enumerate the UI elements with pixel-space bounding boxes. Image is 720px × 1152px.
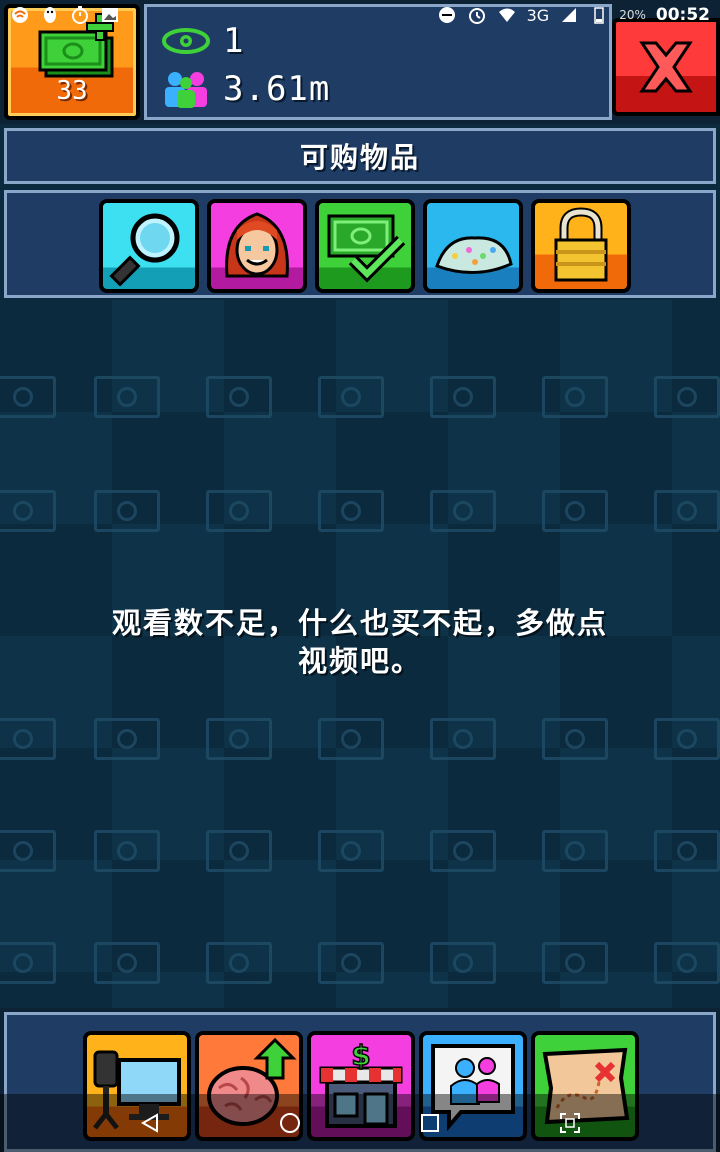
battery-percent: 20% bbox=[619, 8, 646, 22]
status-bar: 3G 20% 00:52 bbox=[0, 0, 720, 30]
subscribers-row: 3.61m bbox=[161, 69, 330, 109]
timer-icon bbox=[70, 6, 90, 24]
bg-bill-decoration bbox=[206, 376, 272, 418]
close-button[interactable] bbox=[612, 18, 720, 116]
padlock-icon bbox=[554, 207, 608, 282]
image-icon bbox=[100, 6, 120, 24]
bg-bill-decoration bbox=[318, 490, 384, 532]
subscribers-icon bbox=[165, 72, 207, 108]
bg-bill-decoration bbox=[318, 376, 384, 418]
tab-person[interactable] bbox=[207, 199, 307, 293]
clock: 00:52 bbox=[655, 5, 710, 25]
bg-bill-decoration bbox=[94, 942, 160, 984]
qq-penguin-icon bbox=[40, 6, 60, 24]
screenshot-button[interactable] bbox=[550, 1103, 590, 1143]
sparkly-pile-icon bbox=[435, 236, 513, 275]
bg-bill-decoration bbox=[542, 830, 608, 872]
bg-bill-decoration bbox=[654, 830, 720, 872]
status-left-icons bbox=[10, 6, 120, 24]
bg-bill-decoration bbox=[94, 830, 160, 872]
bg-bill-decoration bbox=[0, 830, 56, 872]
tab-search[interactable] bbox=[99, 199, 199, 293]
money-count: 33 bbox=[56, 76, 88, 106]
alarm-icon bbox=[467, 6, 487, 24]
empty-message-line-1: 观看数不足，什么也买不起，多做点 bbox=[111, 606, 608, 640]
home-button[interactable] bbox=[270, 1103, 310, 1143]
recents-icon bbox=[421, 1114, 439, 1132]
eye-icon bbox=[162, 28, 210, 54]
signal-icon bbox=[559, 6, 579, 24]
battery-icon bbox=[589, 6, 609, 24]
bg-bill-decoration bbox=[542, 718, 608, 760]
bg-bill-decoration bbox=[654, 942, 720, 984]
empty-message-line-2: 视频吧。 bbox=[297, 644, 422, 678]
bg-bill-decoration bbox=[206, 490, 272, 532]
back-icon bbox=[140, 1113, 158, 1133]
bg-bill-decoration bbox=[430, 490, 496, 532]
bg-bill-decoration bbox=[542, 490, 608, 532]
home-icon bbox=[280, 1113, 300, 1133]
store-title-bar: 可购物品 bbox=[4, 128, 716, 184]
svg-text:$: $ bbox=[351, 1039, 370, 1072]
bg-bill-decoration bbox=[94, 376, 160, 418]
close-icon bbox=[639, 41, 693, 93]
wifi-icon bbox=[497, 6, 517, 24]
magnifier-icon bbox=[109, 213, 180, 286]
store-item-list[interactable]: 观看数不足，什么也买不起，多做点 视频吧。 bbox=[0, 300, 720, 1008]
bg-bill-decoration bbox=[94, 490, 160, 532]
bg-bill-decoration bbox=[430, 942, 496, 984]
back-button[interactable] bbox=[130, 1103, 170, 1143]
bg-bill-decoration bbox=[0, 376, 56, 418]
red-hair-person-icon bbox=[225, 212, 289, 278]
bg-bill-decoration bbox=[0, 490, 56, 532]
recents-button[interactable] bbox=[410, 1103, 450, 1143]
screenshot-icon bbox=[560, 1113, 580, 1133]
bg-bill-decoration bbox=[542, 376, 608, 418]
category-tabs bbox=[4, 190, 716, 298]
money-check-icon bbox=[327, 214, 406, 283]
subscribers-count: 3.61m bbox=[223, 69, 331, 109]
bg-bill-decoration bbox=[318, 942, 384, 984]
wifi-hotspot-icon bbox=[10, 6, 30, 24]
system-nav-bar bbox=[0, 1094, 720, 1152]
bg-bill-decoration bbox=[654, 490, 720, 532]
bg-bill-decoration bbox=[654, 376, 720, 418]
bg-bill-decoration bbox=[206, 830, 272, 872]
bg-bill-decoration bbox=[0, 942, 56, 984]
tab-money[interactable] bbox=[315, 199, 415, 293]
bg-bill-decoration bbox=[542, 942, 608, 984]
bg-bill-decoration bbox=[430, 830, 496, 872]
empty-store-message: 观看数不足，什么也买不起，多做点 视频吧。 bbox=[60, 604, 660, 680]
status-right-icons: 3G 20% 00:52 bbox=[437, 5, 710, 25]
tab-items[interactable] bbox=[423, 199, 523, 293]
bg-bill-decoration bbox=[94, 718, 160, 760]
bg-bill-decoration bbox=[654, 718, 720, 760]
do-not-disturb-icon bbox=[437, 6, 457, 24]
bg-bill-decoration bbox=[430, 376, 496, 418]
bg-bill-decoration bbox=[318, 830, 384, 872]
bg-bill-decoration bbox=[0, 718, 56, 760]
network-type: 3G bbox=[526, 5, 550, 25]
bg-bill-decoration bbox=[318, 718, 384, 760]
bg-bill-decoration bbox=[206, 718, 272, 760]
bg-bill-decoration bbox=[206, 942, 272, 984]
bg-bill-decoration bbox=[430, 718, 496, 760]
tab-locked[interactable] bbox=[531, 199, 631, 293]
page-title: 可购物品 bbox=[299, 141, 420, 174]
